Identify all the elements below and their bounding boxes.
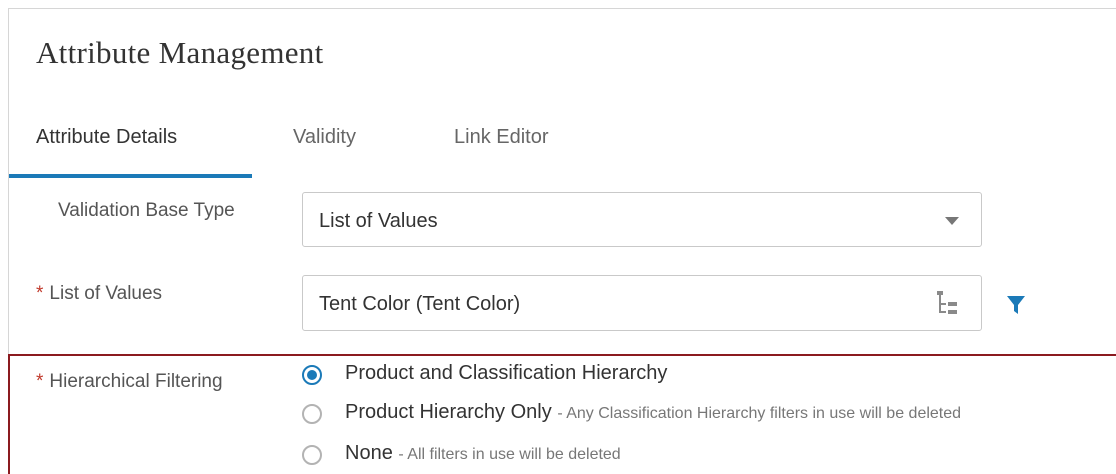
validation-base-type-select[interactable]: List of Values [302, 192, 982, 247]
radio-button[interactable] [302, 404, 322, 424]
required-marker: * [36, 371, 44, 392]
hierarchical-filtering-label: * Hierarchical Filtering [36, 371, 223, 393]
radio-option-title: Product Hierarchy Only [345, 401, 552, 423]
list-of-values-label-text: List of Values [49, 283, 163, 304]
radio-button[interactable] [302, 445, 322, 465]
required-marker: * [36, 283, 44, 304]
hierarchical-filtering-label-text: Hierarchical Filtering [49, 371, 223, 392]
validation-base-type-value: List of Values [319, 210, 438, 232]
radio-option-title: None [345, 442, 393, 464]
validation-base-type-label: Validation Base Type [58, 200, 235, 221]
attribute-management-page: Attribute Management Attribute Details V… [0, 0, 1116, 474]
chevron-down-icon [945, 217, 959, 225]
filter-icon[interactable] [1006, 294, 1026, 316]
radio-option-description: - Any Classification Hierarchy filters i… [557, 405, 962, 422]
radio-button-checked[interactable] [302, 365, 322, 385]
page-title: Attribute Management [36, 35, 324, 70]
radio-option-title: Product and Classification Hierarchy [345, 362, 668, 384]
tab-validity[interactable]: Validity [293, 126, 356, 149]
radio-option-label: None - All filters in use will be delete… [345, 442, 621, 465]
tab-bar: Attribute Details Validity Link Editor [9, 118, 1116, 178]
list-of-values-value: Tent Color (Tent Color) [319, 293, 521, 315]
active-tab-indicator [9, 174, 252, 178]
radio-option-description: - All filters in use will be deleted [398, 446, 621, 463]
radio-option-label: Product and Classification Hierarchy [345, 362, 667, 385]
frame-border-top [8, 8, 1116, 9]
list-of-values-label: * List of Values [36, 283, 162, 305]
tab-link-editor[interactable]: Link Editor [454, 126, 549, 149]
tab-attribute-details[interactable]: Attribute Details [36, 126, 177, 149]
radio-option-label: Product Hierarchy Only - Any Classificat… [345, 401, 961, 424]
list-of-values-field[interactable]: Tent Color (Tent Color) [302, 275, 982, 331]
tree-picker-icon[interactable] [937, 291, 957, 319]
